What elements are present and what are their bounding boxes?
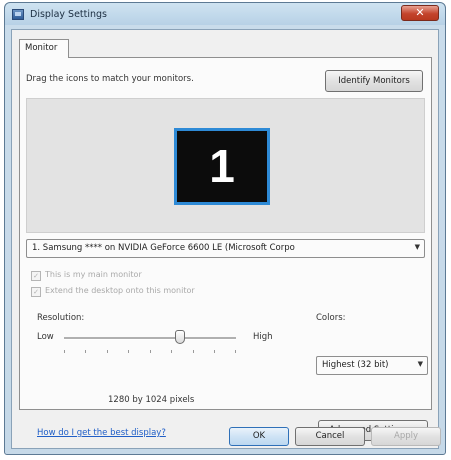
resolution-slider-track[interactable] xyxy=(64,337,236,340)
main-monitor-checkbox: ✓ xyxy=(31,271,41,281)
resolution-slider-thumb[interactable] xyxy=(175,330,185,344)
best-display-help-link[interactable]: How do I get the best display? xyxy=(37,428,166,438)
instruction-text: Drag the icons to match your monitors. xyxy=(26,74,194,84)
monitor-arrangement-area: 1 xyxy=(26,98,425,233)
slider-tick xyxy=(235,350,236,353)
resolution-value: 1280 by 1024 pixels xyxy=(108,395,195,405)
colors-select-value: Highest (32 bit) xyxy=(322,360,389,370)
resolution-label: Resolution: xyxy=(37,313,85,323)
tab-monitor[interactable]: Monitor xyxy=(19,39,69,58)
chevron-down-icon: ▼ xyxy=(417,360,423,368)
chevron-down-icon: ▼ xyxy=(414,243,420,251)
slider-tick xyxy=(128,350,129,353)
slider-tick xyxy=(214,350,215,353)
extend-desktop-checkbox-row: ✓ Extend the desktop onto this monitor xyxy=(31,286,195,297)
resolution-low-label: Low xyxy=(37,332,54,342)
resolution-slider-ticks xyxy=(64,350,236,353)
main-monitor-label: This is my main monitor xyxy=(45,270,142,279)
slider-tick xyxy=(85,350,86,353)
slider-tick xyxy=(64,350,65,353)
slider-tick xyxy=(171,350,172,353)
display-settings-icon xyxy=(12,9,24,20)
window-title: Display Settings xyxy=(30,9,108,20)
cancel-button[interactable]: Cancel xyxy=(295,427,365,446)
extend-desktop-label: Extend the desktop onto this monitor xyxy=(45,286,195,295)
close-button[interactable]: ✕ xyxy=(401,5,439,21)
ok-button[interactable]: OK xyxy=(229,427,289,446)
main-monitor-checkbox-row: ✓ This is my main monitor xyxy=(31,270,142,281)
dialog-client-area: Monitor Drag the icons to match your mon… xyxy=(11,29,439,449)
slider-tick xyxy=(193,350,194,353)
colors-label: Colors: xyxy=(316,313,346,323)
display-select[interactable]: 1. Samsung **** on NVIDIA GeForce 6600 L… xyxy=(26,239,425,258)
slider-tick xyxy=(107,350,108,353)
monitor-1-icon[interactable]: 1 xyxy=(174,128,270,205)
identify-monitors-button[interactable]: Identify Monitors xyxy=(325,70,423,92)
slider-tick xyxy=(150,350,151,353)
display-settings-window: Display Settings ✕ Monitor Drag the icon… xyxy=(4,2,446,455)
resolution-high-label: High xyxy=(253,332,273,342)
colors-select[interactable]: Highest (32 bit) ▼ xyxy=(316,356,428,375)
title-bar[interactable]: Display Settings ✕ xyxy=(5,3,445,27)
display-select-value: 1. Samsung **** on NVIDIA GeForce 6600 L… xyxy=(32,243,295,253)
apply-button[interactable]: Apply xyxy=(371,427,441,446)
extend-desktop-checkbox: ✓ xyxy=(31,287,41,297)
